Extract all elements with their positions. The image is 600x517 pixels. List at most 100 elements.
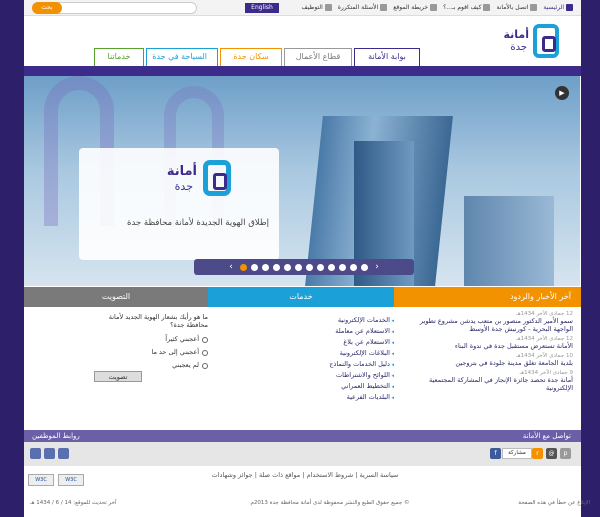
slider-pager: ‹ › bbox=[194, 259, 414, 275]
social-band: تواصل مع الأمانة روابط الموظفين f t ▶ r … bbox=[24, 430, 581, 466]
news-title[interactable]: الأمانة تستعرض مستقبل جدة في ندوة البناء bbox=[402, 342, 573, 350]
logo-mark-icon bbox=[533, 24, 559, 58]
poll-option-label: لم يعجبني bbox=[172, 361, 199, 369]
poll-box: ما هو رأيك بشعار الهوية الجديد لأمانة مح… bbox=[90, 307, 208, 407]
faq-link[interactable]: الأسئلة المتكررة bbox=[337, 4, 388, 11]
left-side-band bbox=[0, 66, 24, 286]
poll-option-label: أعجبني إلى حد ما bbox=[151, 348, 199, 356]
chevron-right-icon[interactable]: › bbox=[372, 262, 382, 272]
tab-business[interactable]: قطاع الأعمال bbox=[284, 48, 352, 66]
slide-dot[interactable] bbox=[262, 263, 269, 271]
news-item[interactable]: 12 جمادى الآخر 1434هـ سمو الأمير الدكتور … bbox=[402, 311, 573, 333]
service-link[interactable]: البلديات الفرعية bbox=[318, 392, 394, 403]
facebook-icon[interactable]: f bbox=[490, 448, 501, 459]
rss-icon[interactable]: r bbox=[532, 448, 543, 459]
search-button[interactable]: بحث bbox=[32, 2, 62, 14]
tab-tourism[interactable]: السياحة في جدة bbox=[146, 48, 218, 66]
news-title[interactable]: سمو الأمير الدكتور منصور بن متعب يدشن مش… bbox=[402, 317, 573, 333]
home-label: الرئيسية bbox=[543, 4, 564, 11]
email-icon[interactable]: @ bbox=[546, 448, 557, 459]
service-link[interactable]: اللوائح والاشتراطات bbox=[318, 370, 394, 381]
question-icon bbox=[483, 4, 491, 11]
slide-dot[interactable] bbox=[317, 263, 324, 271]
sitemap-link[interactable]: خريطة الموقع bbox=[393, 4, 438, 11]
site-logo[interactable]: أمانة جدة bbox=[499, 24, 559, 60]
vote-button[interactable]: تصويت bbox=[94, 371, 142, 382]
chevron-left-icon[interactable]: ‹ bbox=[226, 262, 236, 272]
nav-stripe bbox=[24, 66, 581, 76]
service-link[interactable]: الاستعلام عن بلاغ bbox=[318, 337, 394, 348]
w3c-badges: W3C W3C bbox=[28, 474, 84, 486]
service-link[interactable]: الخدمات الإلكترونية bbox=[318, 315, 394, 326]
poll-option-label: أعجبني كثيراً bbox=[165, 335, 199, 343]
slide-dot[interactable] bbox=[350, 263, 357, 271]
report-error-link[interactable]: الإبلاغ عن خطأ في هذه الصفحة bbox=[518, 500, 590, 506]
search-input[interactable] bbox=[73, 6, 203, 16]
banner-caption: إطلاق الهوية الجديدة لأمانة محافظة جدة bbox=[127, 218, 269, 228]
banner-logo-text-1: أمانة bbox=[166, 164, 197, 179]
slide-dot[interactable] bbox=[306, 263, 313, 271]
banner-card: أمانة جدة إطلاق الهوية الجديدة لأمانة مح… bbox=[79, 148, 279, 260]
right-side-band bbox=[581, 66, 600, 286]
staff-links-heading: روابط الموظفين bbox=[32, 432, 80, 440]
home-icon bbox=[566, 4, 573, 11]
news-item[interactable]: 9 جمادى الآخر 1434هـ أمانة جدة تحصد جائزة… bbox=[402, 370, 573, 392]
print-icon[interactable]: p bbox=[560, 448, 571, 459]
slide-dot[interactable] bbox=[284, 263, 291, 271]
contact-link[interactable]: اتصل بالأمانة bbox=[496, 4, 538, 11]
staff-system-icon[interactable] bbox=[30, 448, 41, 459]
play-icon[interactable]: ▶ bbox=[555, 86, 569, 100]
howto-link[interactable]: كيف اقوم بـ...؟ bbox=[443, 4, 491, 11]
social-bar bbox=[24, 430, 581, 442]
poll-question: ما هو رأيك بشعار الهوية الجديد لأمانة مح… bbox=[108, 313, 208, 329]
connect-heading: تواصل مع الأمانة bbox=[522, 432, 571, 440]
hero-banner[interactable]: أمانة جدة إطلاق الهوية الجديدة لأمانة مح… bbox=[24, 76, 580, 286]
radio-icon[interactable] bbox=[202, 336, 208, 343]
service-link[interactable]: الاستعلام عن معاملة bbox=[318, 326, 394, 337]
footer-links[interactable]: سياسة السرية | شروط الاستخدام | مواقع ذا… bbox=[180, 471, 430, 483]
news-title[interactable]: بلدية الجامعة تغلق مدينة جلودة في بتروجي… bbox=[402, 359, 573, 367]
slide-dot[interactable] bbox=[295, 263, 302, 271]
slide-dot[interactable] bbox=[251, 263, 258, 271]
faq-label: الأسئلة المتكررة bbox=[337, 4, 379, 11]
w3c-badge[interactable]: W3C bbox=[58, 474, 84, 486]
service-link[interactable]: التخطيط العمراني bbox=[318, 381, 394, 392]
slide-dot[interactable] bbox=[240, 263, 247, 271]
staff-icons bbox=[30, 448, 69, 459]
service-link[interactable]: دليل الخدمات والنماذج bbox=[318, 359, 394, 370]
news-item[interactable]: 12 جمادى الآخر 1434هـ الأمانة تستعرض مستق… bbox=[402, 336, 573, 350]
tab-portal[interactable]: بوابة الأمانة bbox=[354, 48, 420, 66]
english-button[interactable]: English bbox=[245, 3, 279, 13]
news-item[interactable]: 10 جمادى الآخر 1434هـ بلدية الجامعة تغلق … bbox=[402, 353, 573, 367]
poll-option[interactable]: أعجبني إلى حد ما bbox=[90, 346, 208, 359]
w3c-badge[interactable]: W3C bbox=[28, 474, 54, 486]
poll-option[interactable]: أعجبني كثيراً bbox=[90, 333, 208, 346]
slide-dot[interactable] bbox=[339, 263, 346, 271]
tab-residents[interactable]: سكان جدة bbox=[220, 48, 282, 66]
radio-icon[interactable] bbox=[202, 349, 208, 356]
faq-icon bbox=[380, 4, 388, 11]
service-link[interactable]: البلاغات الإلكترونية bbox=[318, 348, 394, 359]
logo-mark-icon bbox=[203, 160, 231, 196]
logo-text-1: أمانة bbox=[503, 28, 529, 41]
jobs-label: التوظيف bbox=[301, 4, 323, 11]
poll-heading: التصويت bbox=[24, 287, 208, 307]
slide-dot[interactable] bbox=[328, 263, 335, 271]
sitemap-label: خريطة الموقع bbox=[393, 4, 429, 11]
building-image bbox=[464, 196, 554, 286]
news-title[interactable]: أمانة جدة تحصد جائزة الإنجاز في المشاركة… bbox=[402, 376, 573, 392]
logo-text-2: جدة bbox=[510, 42, 527, 53]
services-list: الخدمات الإلكترونيةالاستعلام عن معاملةال… bbox=[318, 307, 394, 407]
staff-mail-icon[interactable] bbox=[44, 448, 55, 459]
slide-dot[interactable] bbox=[273, 263, 280, 271]
services-heading: خدمات bbox=[208, 287, 394, 307]
share-button[interactable]: مشاركة bbox=[502, 448, 532, 459]
tab-services[interactable]: خدماتنا bbox=[94, 48, 144, 66]
slide-dot[interactable] bbox=[361, 263, 368, 271]
jobs-link[interactable]: التوظيف bbox=[302, 4, 332, 11]
news-heading: آخر الأخبار والردود bbox=[394, 287, 581, 307]
news-list: 12 جمادى الآخر 1434هـ سمو الأمير الدكتور … bbox=[396, 307, 579, 407]
staff-portal-icon[interactable] bbox=[58, 448, 69, 459]
home-link[interactable]: الرئيسية bbox=[543, 4, 573, 11]
radio-icon[interactable] bbox=[202, 362, 208, 369]
